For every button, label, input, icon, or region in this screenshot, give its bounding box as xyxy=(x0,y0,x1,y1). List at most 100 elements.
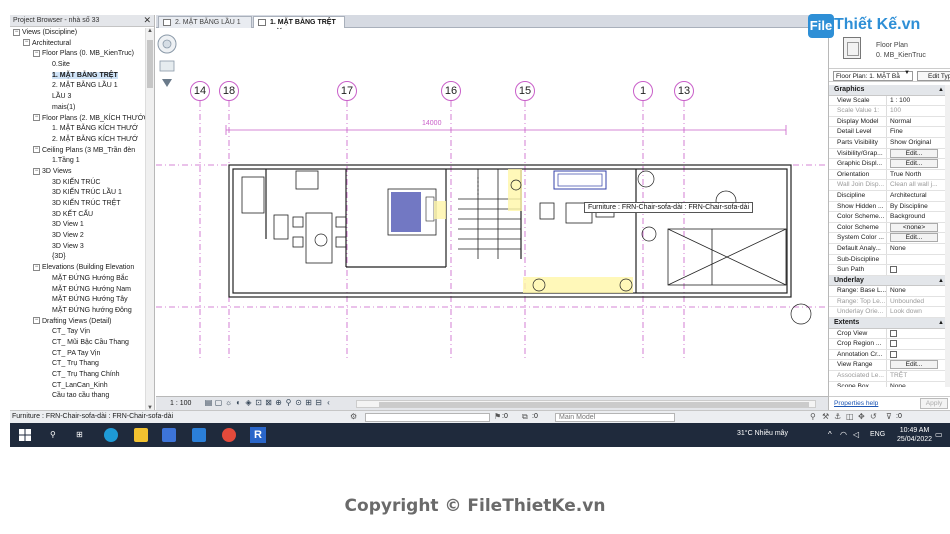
lock-icon[interactable]: ⊕ xyxy=(274,399,283,407)
properties-scrollbar[interactable] xyxy=(945,85,950,387)
tree-item[interactable]: CT_ PA Tay Vịn xyxy=(10,349,145,360)
chevron-down-icon[interactable]: ▼ xyxy=(904,70,910,76)
tree-item[interactable]: CT_LanCan_Kinh xyxy=(10,381,145,392)
tree-item[interactable]: CT_ Mũi Bậc Cầu Thang xyxy=(10,338,145,349)
tree-item[interactable]: 3D View 2 xyxy=(10,231,145,242)
volume-icon[interactable]: ◁ xyxy=(853,430,859,439)
select-underlay-icon[interactable]: ⚒ xyxy=(822,412,829,421)
properties-help-link[interactable]: Properties help xyxy=(834,400,878,407)
revit-app-icon[interactable]: R xyxy=(250,427,266,443)
tree-item[interactable]: 1. MẶT BẰNG TRỆT xyxy=(10,71,145,82)
visual-style-icon[interactable]: ▢ xyxy=(214,399,223,407)
tree-item[interactable]: LẦU 3 xyxy=(10,92,145,103)
tree-toggle-icon[interactable]: − xyxy=(33,263,40,271)
tree-item[interactable]: MẶT ĐỨNG hướng Đông xyxy=(10,306,145,317)
background-process-icon[interactable]: ↺ xyxy=(870,412,877,421)
design-options-icon[interactable]: ⧉ xyxy=(522,412,528,422)
property-value[interactable]: None xyxy=(887,286,950,296)
select-by-face-icon[interactable]: ◫ xyxy=(846,412,854,421)
tree-toggle-icon[interactable]: − xyxy=(23,39,30,47)
drag-elements-icon[interactable]: ✥ xyxy=(858,412,865,421)
property-value[interactable]: Background xyxy=(887,212,950,222)
property-value[interactable]: Edit... xyxy=(887,148,950,159)
horizontal-scrollbar[interactable] xyxy=(356,400,816,408)
property-group-header[interactable]: Graphics ▲ xyxy=(829,85,950,96)
tree-toggle-icon[interactable]: − xyxy=(33,114,40,122)
shadows-icon[interactable]: ◐ xyxy=(234,399,243,407)
mail-icon[interactable] xyxy=(192,428,206,442)
workset-field[interactable] xyxy=(365,413,490,422)
design-option-dropdown[interactable]: Main Model xyxy=(555,413,675,422)
tree-item[interactable]: CT_ Trụ Thang xyxy=(10,359,145,370)
wifi-icon[interactable]: ◠ xyxy=(840,430,847,439)
tree-item[interactable]: 3D View 1 xyxy=(10,220,145,231)
tab-mat-bang-tret[interactable]: 1. MẶT BẰNG TRỆT ✕ xyxy=(253,16,345,35)
property-value[interactable]: Show Original xyxy=(887,138,950,148)
rendering-icon[interactable]: ◈ xyxy=(244,399,253,407)
property-value[interactable]: <none> xyxy=(887,222,950,233)
worksharing-icon[interactable]: ⊟ xyxy=(314,399,323,407)
detail-level-icon[interactable]: ▤ xyxy=(204,399,213,407)
select-pinned-icon[interactable]: ⚓ xyxy=(834,412,841,421)
property-value[interactable]: None xyxy=(887,382,950,387)
property-checkbox[interactable] xyxy=(890,340,897,348)
tree-item[interactable]: CT_ Tay Vịn xyxy=(10,327,145,338)
tree-toggle-icon[interactable]: − xyxy=(33,167,40,175)
tree-item[interactable]: − Elevations (Building Elevation xyxy=(10,263,145,274)
edge-browser-icon[interactable] xyxy=(104,428,118,442)
hide-isolate-icon[interactable]: ⚲ xyxy=(284,399,293,407)
tree-item[interactable]: mais(1) xyxy=(10,103,145,114)
property-value[interactable] xyxy=(887,339,950,349)
task-view-icon[interactable]: ⊞ xyxy=(76,430,83,439)
property-value[interactable] xyxy=(887,350,950,360)
tree-item[interactable]: − Floor Plans (2. MB_KÍCH THƯỚC xyxy=(10,114,145,125)
apply-button[interactable]: Apply xyxy=(920,398,948,409)
select-links-icon[interactable]: ⚲ xyxy=(810,412,816,421)
search-icon[interactable]: ⚲ xyxy=(50,430,56,439)
property-value[interactable]: Edit... xyxy=(887,233,950,243)
property-value[interactable]: None xyxy=(887,244,950,254)
crop-view-icon[interactable]: ⊡ xyxy=(254,399,263,407)
analysis-icon[interactable]: ‹ xyxy=(324,399,333,407)
property-value[interactable] xyxy=(887,329,950,339)
filter-icon[interactable]: ⊽ xyxy=(886,412,892,421)
property-edit-button[interactable]: Edit... xyxy=(890,233,938,243)
tree-item[interactable]: − Drafting Views (Detail) xyxy=(10,317,145,328)
tree-item[interactable]: 2. MẶT BẰNG LẦU 1 xyxy=(10,81,145,92)
tree-item[interactable]: CT_ Trụ Thang Chính xyxy=(10,370,145,381)
grid-bubble[interactable]: 1 xyxy=(633,81,653,101)
property-value[interactable]: Architectural xyxy=(887,191,950,201)
grid-bubble[interactable]: 15 xyxy=(515,81,535,101)
grid-bubble[interactable]: 18 xyxy=(219,81,239,101)
file-explorer-icon[interactable] xyxy=(134,428,148,442)
tree-item[interactable]: − Architectural xyxy=(10,39,145,50)
drawing-canvas[interactable]: 14 18 17 16 15 1 13 14000 Furniture : FR… xyxy=(156,29,828,396)
property-group-header[interactable]: Underlay ▲ xyxy=(829,275,950,287)
instance-filter-dropdown[interactable]: Floor Plan: 1. MẶT Bằ xyxy=(833,71,913,81)
weather-widget[interactable]: 31°C Nhiều mây xyxy=(737,430,788,437)
tray-chevron-icon[interactable]: ^ xyxy=(828,430,832,439)
navigation-bar[interactable] xyxy=(156,29,178,95)
chrome-icon[interactable] xyxy=(222,428,236,442)
tree-item[interactable]: {3D} xyxy=(10,252,145,263)
property-value[interactable]: 1 : 100 xyxy=(887,96,950,106)
property-value[interactable] xyxy=(887,255,950,265)
reveal-hidden-icon[interactable]: ⊙ xyxy=(294,399,303,407)
property-value[interactable]: Fine xyxy=(887,127,950,137)
tab-mat-bang-lau-1[interactable]: 2. MẶT BẰNG LẦU 1 xyxy=(158,16,252,28)
property-edit-button[interactable]: Edit... xyxy=(890,159,938,169)
collapse-icon[interactable]: ▲ xyxy=(938,276,944,286)
clock[interactable]: 10:49 AM 25/04/2022 xyxy=(897,426,932,444)
property-value[interactable]: True North xyxy=(887,170,950,180)
property-checkbox[interactable] xyxy=(890,329,897,337)
scroll-up-icon[interactable]: ▲ xyxy=(147,28,153,34)
property-value[interactable]: Normal xyxy=(887,117,950,127)
input-language[interactable]: ENG xyxy=(870,431,885,438)
edit-type-button[interactable]: Edit Type xyxy=(917,71,950,81)
tree-toggle-icon[interactable]: − xyxy=(13,28,20,36)
show-crop-icon[interactable]: ⊠ xyxy=(264,399,273,407)
tree-item[interactable]: − Floor Plans (0. MB_KienTruc) xyxy=(10,49,145,60)
grid-bubble[interactable]: 13 xyxy=(674,81,694,101)
tree-item[interactable]: MẶT ĐỨNG Hướng Nam xyxy=(10,285,145,296)
grid-bubble[interactable]: 14 xyxy=(190,81,210,101)
